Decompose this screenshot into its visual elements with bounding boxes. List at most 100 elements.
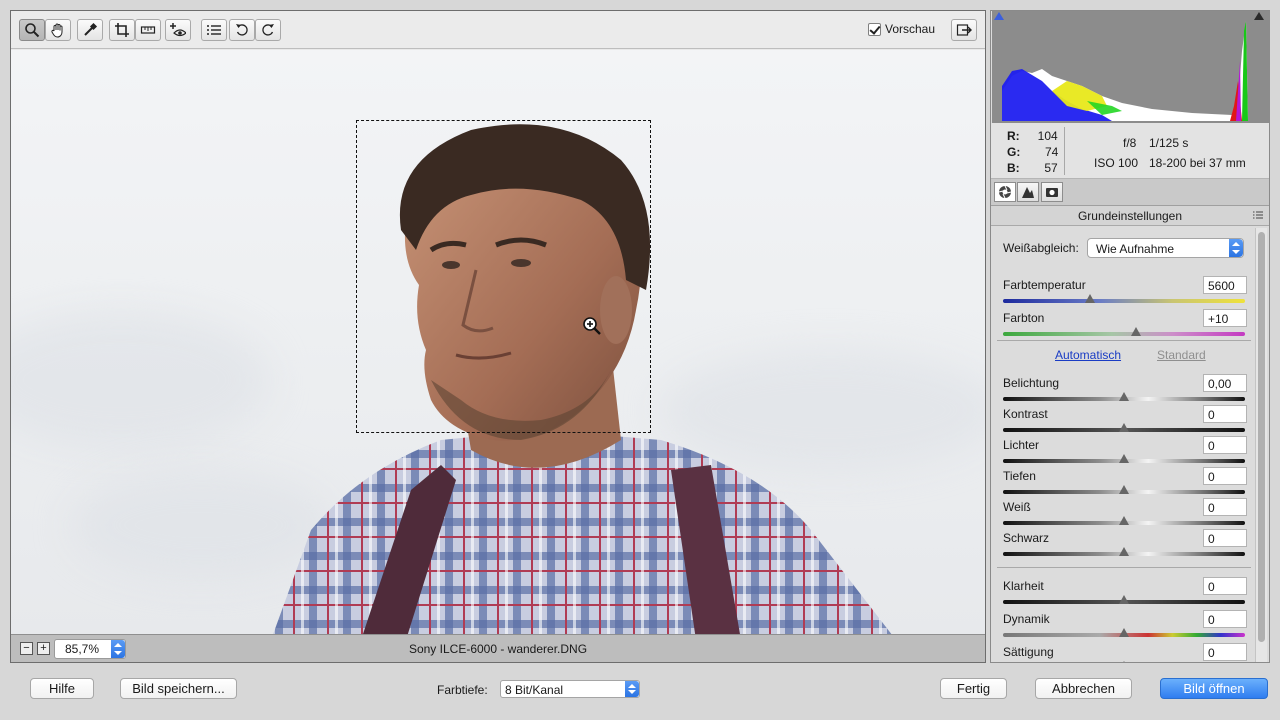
preview-label: Vorschau xyxy=(885,22,936,36)
slider-thumb[interactable] xyxy=(1119,547,1129,557)
slider-value-field[interactable]: 0 xyxy=(1203,405,1247,423)
toolbar: Vorschau xyxy=(11,11,985,49)
white-balance-select[interactable]: Wie Aufnahme xyxy=(1087,238,1244,258)
slider-value-field[interactable]: +10 xyxy=(1203,309,1247,327)
preferences-tool-button[interactable] xyxy=(201,19,227,41)
slider-exposure: Belichtung 0,00 xyxy=(1003,374,1247,406)
fullscreen-icon xyxy=(956,24,972,36)
section-title: Grundeinstellungen xyxy=(1077,209,1183,223)
slider-temperature: Farbtemperatur 5600 xyxy=(1003,276,1247,308)
slider-tint: Farbton +10 xyxy=(1003,309,1247,341)
preview-frame: Vorschau − + 85,7% Sony ILCE-6000 - wand… xyxy=(10,10,986,663)
slider-label: Sättigung xyxy=(1003,645,1054,659)
done-button[interactable]: Fertig xyxy=(940,678,1007,699)
slider-label: Lichter xyxy=(1003,438,1040,452)
eyedropper-icon xyxy=(84,22,98,36)
slider-label: Weiß xyxy=(1003,500,1031,514)
help-button[interactable]: Hilfe xyxy=(30,678,94,699)
slider-thumb[interactable] xyxy=(1119,595,1129,605)
panel-tabs xyxy=(991,179,1269,206)
bit-depth-label: Farbtiefe: xyxy=(437,683,488,697)
slider-label: Belichtung xyxy=(1003,376,1060,390)
divider xyxy=(997,340,1251,341)
slider-value-field[interactable]: 0 xyxy=(1203,467,1247,485)
panel-scrollbar[interactable] xyxy=(1255,228,1267,662)
slider-value-field[interactable]: 0,00 xyxy=(1203,374,1247,392)
white-balance-label: Weißabgleich: xyxy=(1003,241,1079,255)
rotate-cw-button[interactable] xyxy=(255,19,281,41)
tab-tone-curve[interactable] xyxy=(1017,182,1039,202)
shutter-value: 1/125 s xyxy=(1149,136,1189,150)
slider-contrast: Kontrast 0 xyxy=(1003,405,1247,437)
slider-thumb[interactable] xyxy=(1119,423,1129,433)
slider-value-field[interactable]: 0 xyxy=(1203,498,1247,516)
slider-thumb[interactable] xyxy=(1119,628,1129,638)
slider-shadows: Tiefen 0 xyxy=(1003,467,1247,499)
section-header: Grundeinstellungen xyxy=(991,206,1269,226)
slider-thumb[interactable] xyxy=(1119,454,1129,464)
white-balance-value: Wie Aufnahme xyxy=(1096,242,1175,256)
zoom-selection-box[interactable] xyxy=(356,120,651,433)
magnifier-icon xyxy=(25,23,40,38)
histogram xyxy=(992,11,1270,123)
preview-checkbox[interactable] xyxy=(868,22,881,36)
slider-value-field[interactable]: 0 xyxy=(1203,436,1247,454)
slider-track[interactable] xyxy=(1003,299,1245,303)
slider-thumb[interactable] xyxy=(1119,516,1129,526)
slider-thumb[interactable] xyxy=(1119,661,1129,662)
auto-link[interactable]: Automatisch xyxy=(1055,348,1121,362)
crop-icon xyxy=(115,23,129,37)
scroll-thumb[interactable] xyxy=(1258,232,1265,642)
save-image-button[interactable]: Bild speichern... xyxy=(120,678,237,699)
exif-separator xyxy=(1064,127,1065,175)
slider-thumb[interactable] xyxy=(1119,392,1129,402)
red-readout: R: 104 xyxy=(1007,129,1058,143)
slider-label: Klarheit xyxy=(1003,579,1044,593)
slider-saturation: Sättigung 0 xyxy=(1003,643,1247,662)
slider-thumb[interactable] xyxy=(1119,485,1129,495)
aperture-icon xyxy=(998,185,1012,199)
slider-value-field[interactable]: 0 xyxy=(1203,643,1247,661)
slider-value-field[interactable]: 0 xyxy=(1203,529,1247,547)
tab-camera[interactable] xyxy=(1041,182,1063,202)
zoom-tool-button[interactable] xyxy=(19,19,45,41)
fullscreen-button[interactable] xyxy=(951,19,977,41)
rotate-ccw-button[interactable] xyxy=(229,19,255,41)
slider-label: Dynamik xyxy=(1003,612,1050,626)
crop-tool-button[interactable] xyxy=(109,19,135,41)
slider-value-field[interactable]: 0 xyxy=(1203,610,1247,628)
slider-thumb[interactable] xyxy=(1131,327,1142,337)
slider-label: Tiefen xyxy=(1003,469,1036,483)
slider-vibrance: Dynamik 0 xyxy=(1003,610,1247,642)
color-sampler-tool-button[interactable] xyxy=(77,19,103,41)
eye-plus-icon xyxy=(170,23,186,37)
exif-info: R: 104 G: 74 B: 57 f/8 1/125 s ISO 100 18-2… xyxy=(991,123,1269,179)
default-link[interactable]: Standard xyxy=(1157,348,1206,362)
hand-icon xyxy=(51,23,63,38)
aperture-value: f/8 xyxy=(1123,136,1137,150)
slider-label: Schwarz xyxy=(1003,531,1050,545)
basic-adjustments: Weißabgleich: Wie Aufnahme Farbtemperatu… xyxy=(991,226,1253,662)
slider-value-field[interactable]: 0 xyxy=(1203,577,1247,595)
slider-track[interactable] xyxy=(1003,332,1245,336)
open-image-button[interactable]: Bild öffnen xyxy=(1160,678,1268,699)
blue-readout: B: 57 xyxy=(1007,161,1058,175)
slider-thumb[interactable] xyxy=(1085,294,1096,304)
preview-toggle[interactable]: Vorschau xyxy=(868,22,935,36)
stepper-icon xyxy=(1229,239,1243,257)
zoom-in-cursor-icon xyxy=(583,317,601,335)
slider-value-field[interactable]: 5600 xyxy=(1203,276,1247,294)
bit-depth-select[interactable]: 8 Bit/Kanal xyxy=(500,680,640,698)
rotate-right-icon xyxy=(262,24,274,36)
menu-icon[interactable] xyxy=(1253,211,1263,219)
straighten-tool-button[interactable] xyxy=(135,19,161,41)
cancel-button[interactable]: Abbrechen xyxy=(1035,678,1132,699)
hand-tool-button[interactable] xyxy=(45,19,71,41)
image-canvas[interactable] xyxy=(11,50,985,634)
tab-basic[interactable] xyxy=(994,182,1016,202)
red-eye-tool-button[interactable] xyxy=(165,19,191,41)
list-icon xyxy=(207,25,221,35)
right-panel: R: 104 G: 74 B: 57 f/8 1/125 s ISO 100 18-2… xyxy=(990,10,1270,663)
green-readout: G: 74 xyxy=(1007,145,1059,159)
level-icon xyxy=(140,26,156,34)
